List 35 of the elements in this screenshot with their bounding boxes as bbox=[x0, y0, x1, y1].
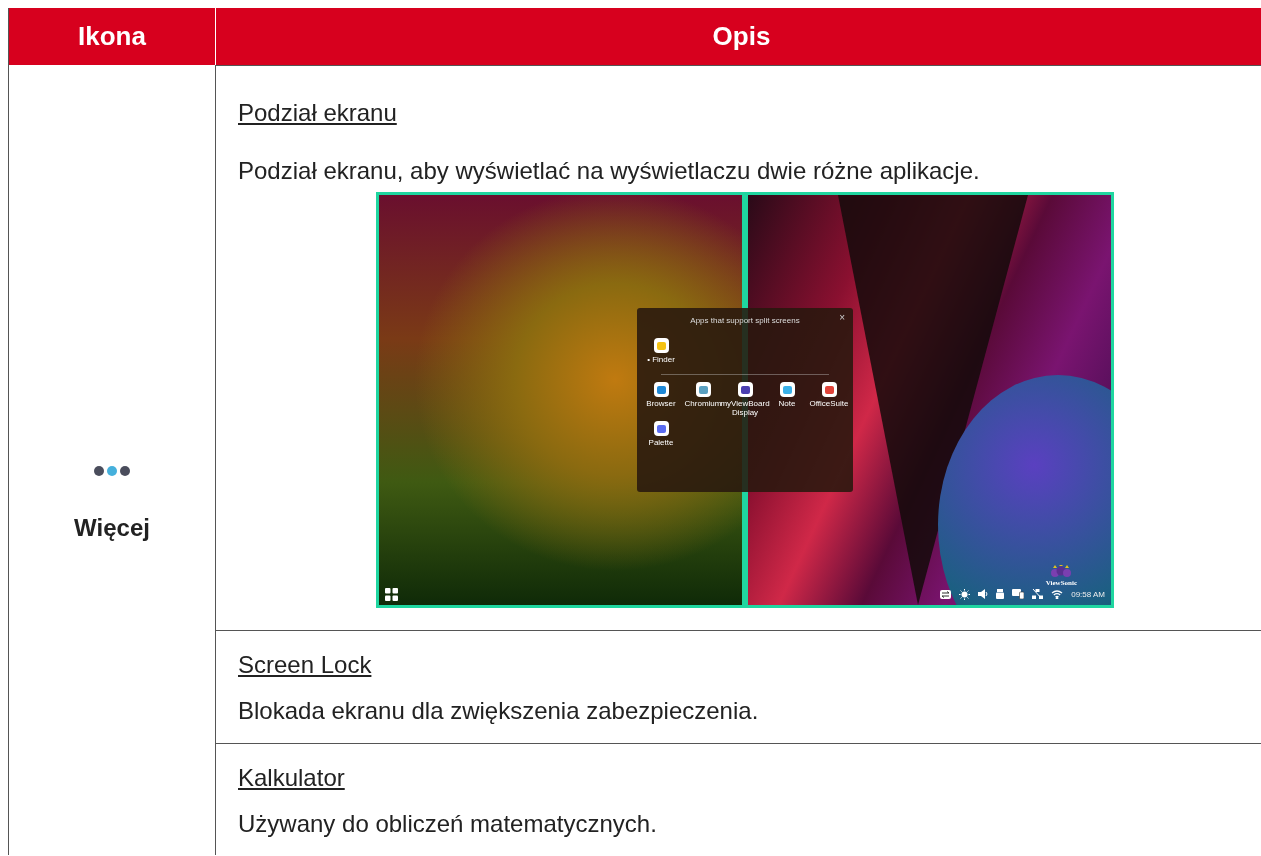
icon-label: Więcej bbox=[74, 514, 150, 542]
brightness-icon[interactable] bbox=[959, 588, 971, 600]
app-label: Note bbox=[778, 399, 796, 408]
app-icon[interactable] bbox=[737, 382, 753, 397]
feature-description: Używany do obliczeń matematycznych. bbox=[238, 810, 658, 838]
wifi-icon[interactable] bbox=[1051, 589, 1064, 599]
app-label: Browser bbox=[646, 399, 676, 408]
app-icon[interactable] bbox=[653, 421, 669, 436]
taskbar-time: 09:58 AM bbox=[1071, 589, 1105, 599]
close-button[interactable]: × bbox=[839, 313, 845, 323]
app-icon[interactable] bbox=[779, 382, 795, 397]
column-header: Ikona bbox=[9, 8, 216, 65]
app-icon[interactable] bbox=[653, 382, 669, 397]
feature-description: Blokada ekranu dla zwiększenia zabezpieczenia. bbox=[238, 697, 760, 725]
app-icon[interactable] bbox=[695, 382, 711, 397]
app-label: OfficeSuite bbox=[809, 399, 849, 408]
speaker-icon[interactable] bbox=[978, 589, 989, 599]
devices-icon[interactable] bbox=[1012, 589, 1025, 599]
app-label: Chromium bbox=[684, 399, 722, 408]
app-icon[interactable] bbox=[821, 382, 837, 397]
dialog-title: Apps that support split screens bbox=[689, 316, 801, 325]
feature-title: Kalkulator bbox=[238, 764, 345, 792]
feature-title: Podział ekranu bbox=[238, 99, 397, 127]
app-label: • Finder bbox=[647, 355, 675, 364]
birds-logo-icon bbox=[1050, 565, 1073, 579]
app-icon[interactable] bbox=[653, 338, 669, 353]
feature-title: Screen Lock bbox=[238, 651, 372, 679]
usb-icon[interactable] bbox=[996, 589, 1005, 599]
feature-description: Podział ekranu, aby wyświetlać na wyświetlaczu dwie różne aplikacje. bbox=[238, 157, 981, 185]
app-label: myViewBoard Display bbox=[720, 399, 770, 417]
column-header: Opis bbox=[216, 8, 1261, 65]
network-off-icon[interactable] bbox=[1032, 589, 1044, 599]
swap-icon[interactable] bbox=[940, 589, 952, 599]
app-label: Palette bbox=[648, 438, 674, 447]
apps-grid-icon[interactable] bbox=[385, 587, 398, 601]
